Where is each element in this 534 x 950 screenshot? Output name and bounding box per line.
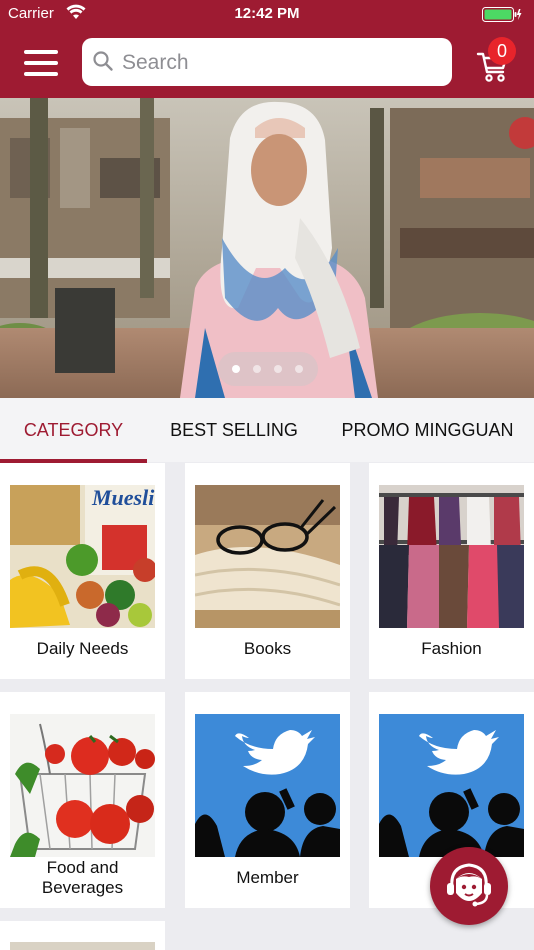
page-dot[interactable] bbox=[274, 365, 282, 373]
category-tabs: CATEGORY BEST SELLING PROMO MINGGUAN bbox=[0, 398, 534, 462]
category-card-partial[interactable] bbox=[0, 921, 165, 950]
svg-text:Muesli: Muesli bbox=[91, 485, 155, 510]
battery-icon bbox=[482, 7, 522, 26]
page-dot[interactable] bbox=[253, 365, 261, 373]
category-label: Fashion bbox=[421, 639, 482, 658]
category-card-books[interactable]: Books bbox=[185, 463, 350, 679]
category-card-fashion[interactable]: Fashion bbox=[369, 463, 534, 679]
category-card-food-and-beverages[interactable]: Food and Beverages bbox=[0, 692, 165, 908]
tab-best-selling[interactable]: BEST SELLING bbox=[147, 398, 321, 462]
food-and-beverages-image bbox=[10, 714, 155, 857]
daily-needs-image: Muesli bbox=[10, 485, 155, 628]
menu-button[interactable] bbox=[24, 48, 60, 78]
search-bar[interactable] bbox=[82, 38, 452, 88]
clock: 12:42 PM bbox=[234, 5, 300, 22]
support-agent-icon bbox=[447, 863, 491, 907]
status-bar: Carrier 12:42 PM bbox=[0, 0, 534, 28]
category-card-daily-needs[interactable]: Muesli Daily Needs bbox=[0, 463, 165, 679]
hamburger-icon-line bbox=[24, 50, 58, 54]
tab-category[interactable]: CATEGORY bbox=[0, 398, 147, 462]
hamburger-icon-line bbox=[24, 61, 58, 65]
category-label: Daily Needs bbox=[36, 639, 129, 658]
promo-banner[interactable] bbox=[0, 98, 534, 398]
member-image-2 bbox=[379, 714, 524, 857]
category-label: Books bbox=[243, 639, 292, 658]
fashion-image bbox=[379, 485, 524, 628]
customer-support-button[interactable] bbox=[430, 847, 508, 925]
category-label: Member bbox=[236, 868, 299, 887]
member-image bbox=[195, 714, 340, 857]
search-input[interactable] bbox=[120, 38, 444, 88]
page-dot-active[interactable] bbox=[232, 365, 240, 373]
category-card-member[interactable]: Member bbox=[185, 692, 350, 908]
app-header: 0 bbox=[0, 28, 534, 98]
tab-promo-mingguan[interactable]: PROMO MINGGUAN bbox=[321, 398, 534, 462]
hamburger-icon-line bbox=[24, 72, 58, 76]
category-image-partial bbox=[10, 942, 155, 950]
books-image bbox=[195, 485, 340, 628]
banner-page-indicator bbox=[218, 352, 318, 386]
cart-count-badge: 0 bbox=[488, 37, 516, 65]
page-dot[interactable] bbox=[295, 365, 303, 373]
category-label: Food and Beverages bbox=[41, 858, 124, 897]
search-icon bbox=[92, 50, 114, 77]
